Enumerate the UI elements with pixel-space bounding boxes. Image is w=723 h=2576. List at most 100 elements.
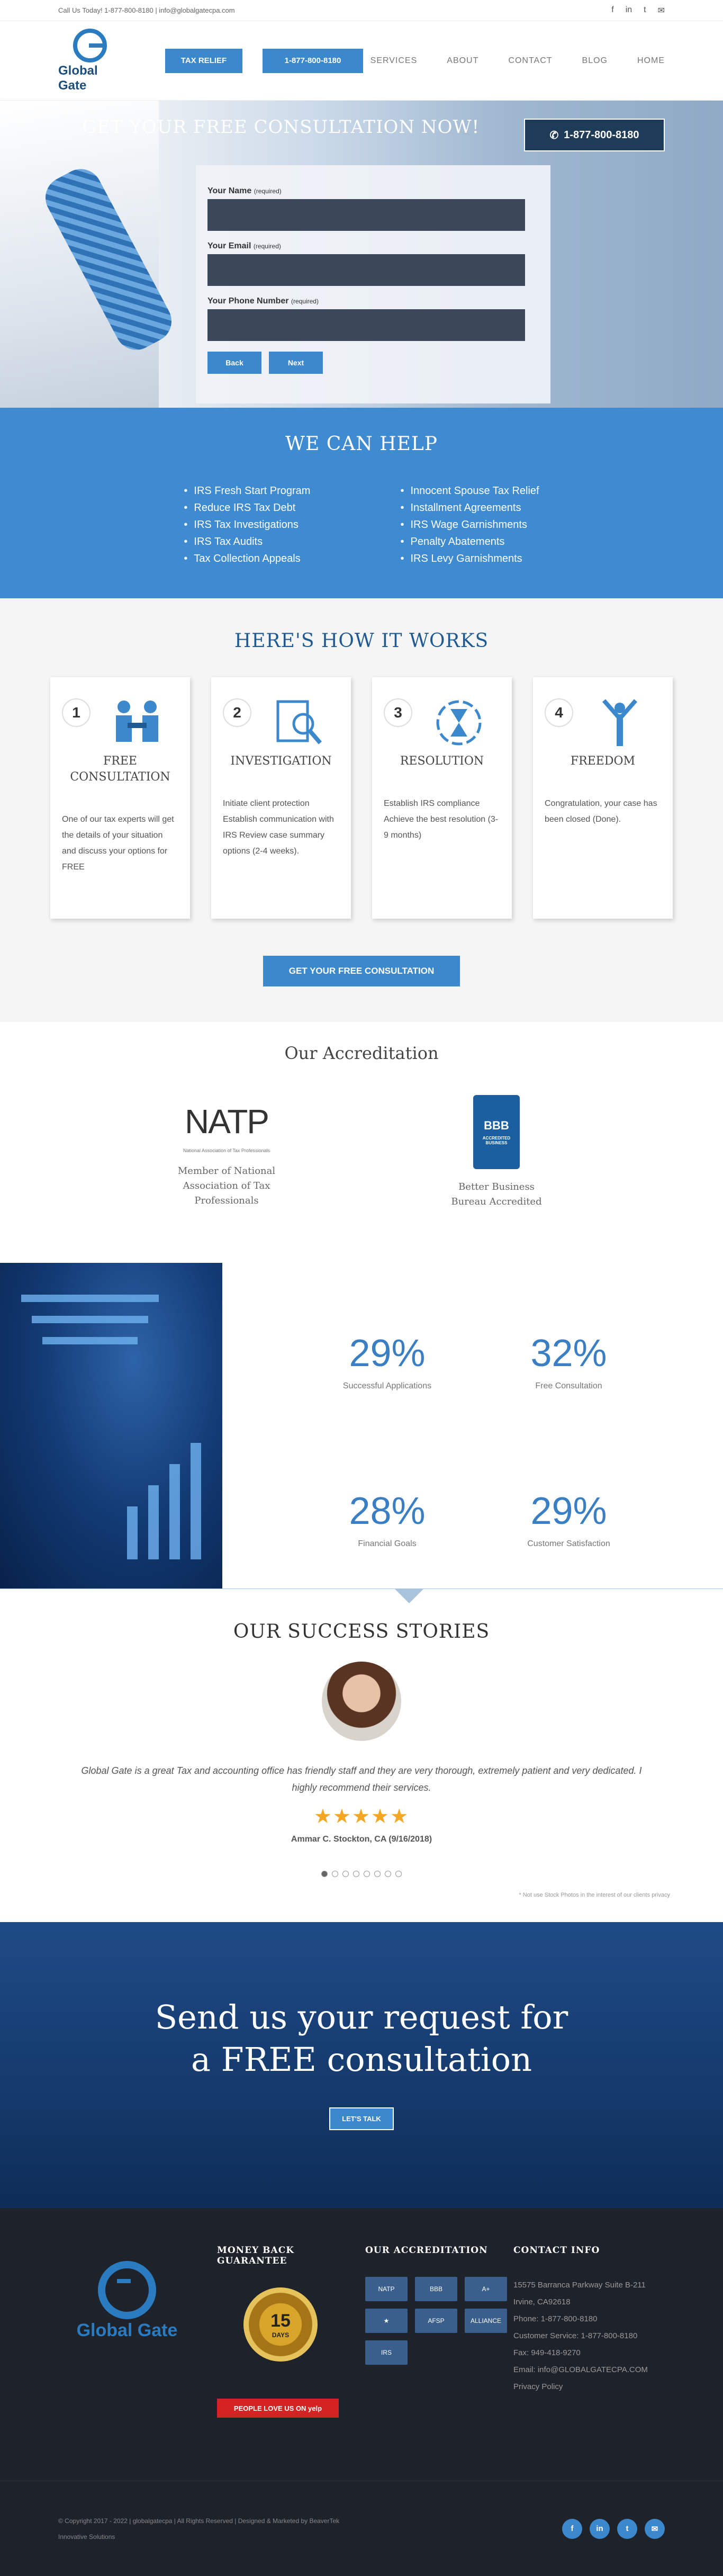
- testimonial-author: Ammar C. Stockton, CA (9/16/2018): [291, 1835, 432, 1844]
- email-icon[interactable]: ✉: [658, 5, 665, 16]
- linkedin-icon[interactable]: in: [590, 2518, 610, 2539]
- next-button[interactable]: Next: [269, 352, 323, 374]
- accreditation-section: Our Accreditation NATP National Associat…: [0, 1022, 723, 1263]
- testimonial-quote: Global Gate is a great Tax and accountin…: [81, 1765, 642, 1793]
- natp-badge: NATP: [365, 2277, 408, 2301]
- footer-logo: Global Gate: [58, 2245, 217, 2481]
- magnifier-document-icon: [276, 700, 322, 744]
- step-text: Initiate client protection Establish com…: [223, 799, 334, 856]
- step-title: FREE CONSULTATION: [70, 755, 170, 784]
- irs-badge: IRS: [365, 2340, 408, 2365]
- help-title: WE CAN HELP: [285, 433, 438, 455]
- logo-text: Global Gate: [58, 63, 98, 93]
- facebook-icon[interactable]: f: [611, 5, 613, 16]
- email-input[interactable]: [207, 254, 525, 286]
- list-item: IRS Levy Garnishments: [400, 550, 539, 567]
- carousel-dot[interactable]: [385, 1871, 391, 1877]
- step-number: 3: [384, 698, 412, 727]
- list-item: IRS Fresh Start Program: [184, 482, 310, 499]
- how-title: HERE'S HOW IT WORKS: [234, 630, 489, 652]
- natp-item: NATP National Association of Tax Profess…: [174, 1095, 279, 1209]
- bbb-logo: BBB ACCREDITED BUSINESS: [473, 1095, 520, 1169]
- linkedin-icon[interactable]: in: [626, 5, 632, 16]
- privacy-disclaimer: * Not use Stock Photos in the interest o…: [519, 1892, 670, 1898]
- step-text: One of our tax experts will get the deta…: [62, 815, 174, 872]
- name-input[interactable]: [207, 199, 525, 231]
- nav-contact[interactable]: CONTACT: [508, 56, 552, 66]
- help-lists: IRS Fresh Start Program Reduce IRS Tax D…: [0, 482, 723, 567]
- how-it-works-section: HERE'S HOW IT WORKS 1 FREE CONSULTATION …: [0, 598, 723, 1022]
- back-button[interactable]: Back: [207, 352, 261, 374]
- carousel-dot[interactable]: [332, 1871, 338, 1877]
- nav-blog[interactable]: BLOG: [582, 56, 608, 66]
- footer-accreditation-title: OUR ACCREDITATION: [365, 2245, 488, 2256]
- carousel-dot[interactable]: [395, 1871, 402, 1877]
- step-text: Congratulation, your case has been close…: [545, 799, 657, 824]
- guarantee-seal-icon: 15 DAYS: [243, 2287, 318, 2362]
- nav-about[interactable]: ABOUT: [447, 56, 478, 66]
- bottom-social-links: f in t ✉: [562, 2518, 665, 2539]
- step-card-1: 1 FREE CONSULTATION One of our tax exper…: [50, 677, 190, 919]
- success-stories-section: OUR SUCCESS STORIES Global Gate is a gre…: [0, 1588, 723, 1922]
- bbb-caption: Better Business Bureau Accredited: [451, 1181, 542, 1207]
- stat-item: 32% Free Consultation: [530, 1332, 607, 1390]
- step-card-4: 4 FREEDOM Congratulation, your case has …: [533, 677, 673, 919]
- money-back-column: MONEY BACK GUARANTEE 15 DAYS PEOPLE LOVE …: [217, 2245, 365, 2481]
- header-phone-button[interactable]: 1-877-800-8180: [263, 48, 363, 73]
- request-title: Send us your request for a FREE consultat…: [155, 1998, 568, 2079]
- stats-section: 29% Successful Applications 32% Free Consu…: [0, 1263, 723, 1588]
- natp-logo: NATP: [185, 1102, 269, 1141]
- email[interactable]: Email: info@GLOBALGATECPA.COM: [513, 2362, 651, 2378]
- email-icon[interactable]: ✉: [645, 2518, 665, 2539]
- avatar: [322, 1662, 401, 1741]
- lets-talk-button[interactable]: LET'S TALK: [329, 2107, 394, 2130]
- stats-chart-image: [0, 1263, 222, 1588]
- list-item: IRS Tax Investigations: [184, 516, 310, 533]
- carousel-dot[interactable]: [364, 1871, 370, 1877]
- step-title: FREEDOM: [570, 755, 636, 768]
- bbb-badge: BBB: [415, 2277, 457, 2301]
- fax: Fax: 949-418-9270: [513, 2348, 581, 2357]
- list-item: IRS Tax Audits: [184, 533, 310, 550]
- copyright: © Copyright 2017 - 2022 | globalgatecpa …: [58, 2517, 340, 2541]
- tax-relief-button[interactable]: TAX RELIEF: [165, 48, 242, 73]
- address: 15575 Barranca Parkway Suite B-211 Irvin…: [513, 2281, 646, 2306]
- list-item: Tax Collection Appeals: [184, 550, 310, 567]
- stats-grid: 29% Successful Applications 32% Free Consu…: [222, 1263, 723, 1588]
- phone-input[interactable]: [207, 309, 525, 341]
- twitter-icon[interactable]: t: [644, 5, 646, 16]
- list-item: IRS Wage Garnishments: [400, 516, 539, 533]
- step-card-3: 3 RESOLUTION Establish IRS compliance Ac…: [372, 677, 512, 919]
- handshake-icon: [116, 701, 158, 742]
- site-header: Global Gate TAX RELIEF 1-877-800-8180 SE…: [0, 21, 723, 101]
- footer-accreditation-column: OUR ACCREDITATION NATP BBB A+ ★ AFSP ALL…: [365, 2245, 513, 2481]
- logo-mark-icon: [73, 28, 107, 62]
- help-list-left: IRS Fresh Start Program Reduce IRS Tax D…: [184, 482, 310, 567]
- step-title: RESOLUTION: [400, 755, 484, 768]
- contact-title: CONTACT INFO: [513, 2245, 600, 2256]
- natp-caption: Member of National Association of Tax Pr…: [177, 1165, 276, 1206]
- twitter-icon[interactable]: t: [617, 2518, 637, 2539]
- step-cards: 1 FREE CONSULTATION One of our tax exper…: [0, 677, 723, 919]
- carousel-dot[interactable]: [342, 1871, 349, 1877]
- carousel-dot[interactable]: [321, 1871, 328, 1877]
- money-back-title: MONEY BACK GUARANTEE: [217, 2245, 295, 2266]
- step-text: Establish IRS compliance Achieve the bes…: [384, 799, 499, 840]
- carousel-dot[interactable]: [374, 1871, 381, 1877]
- free-consultation-button[interactable]: GET YOUR FREE CONSULTATION: [263, 956, 460, 986]
- customer-service[interactable]: Customer Service: 1-877-800-8180: [513, 2328, 651, 2345]
- hero-phone-button[interactable]: ✆ 1-877-800-8180: [524, 119, 665, 151]
- nav-services[interactable]: SERVICES: [370, 56, 418, 66]
- carousel-dot[interactable]: [353, 1871, 359, 1877]
- nav-home[interactable]: HOME: [637, 56, 665, 66]
- logo[interactable]: Global Gate: [58, 28, 122, 93]
- stat-item: 29% Customer Satisfaction: [527, 1489, 610, 1548]
- we-can-help-section: WE CAN HELP IRS Fresh Start Program Redu…: [0, 408, 723, 598]
- phone[interactable]: Phone: 1-877-800-8180: [513, 2311, 651, 2328]
- privacy-policy-link[interactable]: Privacy Policy: [513, 2378, 651, 2395]
- contact-column: CONTACT INFO 15575 Barranca Parkway Suit…: [513, 2245, 662, 2481]
- top-social-links: f in t ✉: [611, 5, 665, 16]
- stat-item: 28% Financial Goals: [349, 1489, 426, 1548]
- yelp-badge[interactable]: PEOPLE LOVE US ON yelp: [217, 2399, 339, 2418]
- facebook-icon[interactable]: f: [562, 2518, 582, 2539]
